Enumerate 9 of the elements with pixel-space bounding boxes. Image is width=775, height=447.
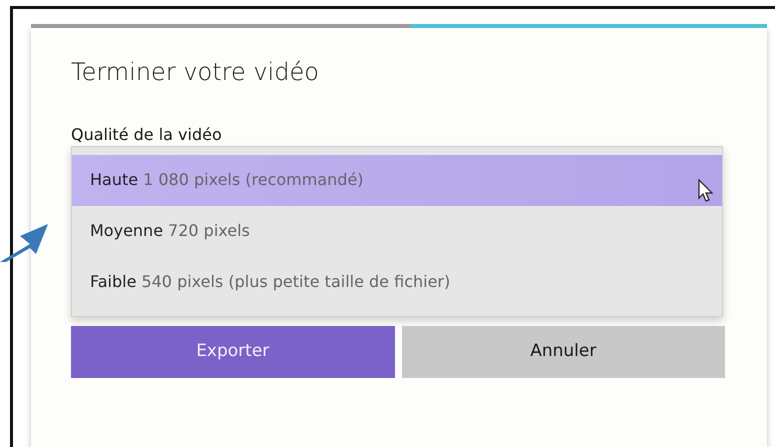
arrow-icon (0, 224, 48, 262)
export-button[interactable]: Exporter (71, 326, 394, 378)
field-label: Qualité de la vidéo (71, 124, 223, 144)
mouse-cursor-icon (698, 178, 714, 203)
dialog-title: Terminer votre vidéo (71, 58, 320, 87)
cancel-button[interactable]: Annuler (402, 326, 725, 378)
dropdown-option[interactable]: Haute 1 080 pixels (recommandé) (72, 154, 722, 206)
dropdown-option[interactable]: Faible 540 pixels (plus petite taille de fichier) (72, 256, 722, 308)
dropdown-option[interactable]: Moyenne 720 pixels (72, 206, 722, 257)
